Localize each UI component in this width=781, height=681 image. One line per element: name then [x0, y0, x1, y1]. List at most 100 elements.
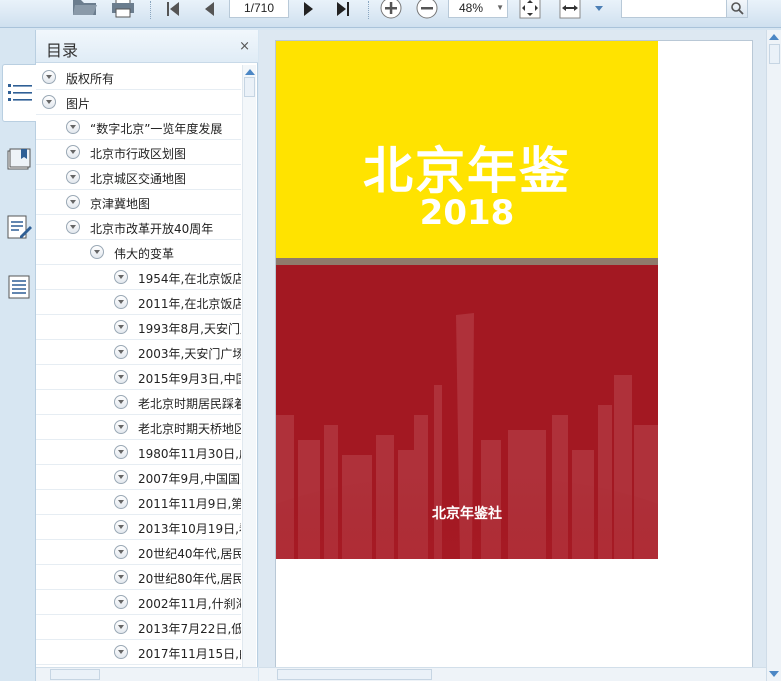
expand-toggle-icon[interactable]: [114, 320, 128, 334]
tab-thumbnails[interactable]: [2, 258, 36, 316]
viewer-vertical-scrollbar[interactable]: [766, 30, 781, 681]
outline-item[interactable]: 京津冀地图: [36, 190, 241, 215]
document-page: 北京年鉴 2018 北京年鉴社: [275, 40, 753, 681]
tab-bookmarks[interactable]: [2, 130, 36, 188]
book-cover: 北京年鉴 2018 北京年鉴社: [276, 41, 658, 559]
outline-item[interactable]: 图片: [36, 90, 241, 115]
outline-item[interactable]: 北京市改革开放40周年: [36, 215, 241, 240]
scrollbar-thumb[interactable]: [769, 44, 780, 64]
viewer-horizontal-scrollbar[interactable]: [259, 667, 766, 681]
first-page-icon[interactable]: [162, 0, 184, 20]
page-number-input[interactable]: 1/710: [229, 0, 289, 18]
expand-toggle-icon[interactable]: [42, 95, 56, 109]
outline-item[interactable]: 20世纪40年代,居民: [36, 540, 241, 565]
scrollbar-thumb[interactable]: [244, 77, 255, 97]
outline-vertical-scrollbar[interactable]: [242, 65, 256, 681]
expand-toggle-icon[interactable]: [66, 195, 80, 209]
note-edit-icon: [7, 215, 32, 239]
zoom-select[interactable]: 48% ▼: [448, 0, 508, 18]
outline-item[interactable]: 老北京时期居民踩着: [36, 390, 241, 415]
expand-toggle-icon[interactable]: [90, 245, 104, 259]
expand-toggle-icon[interactable]: [42, 70, 56, 84]
expand-toggle-icon[interactable]: [66, 145, 80, 159]
more-dropdown-icon[interactable]: [592, 0, 606, 20]
expand-toggle-icon[interactable]: [114, 270, 128, 284]
document-viewer[interactable]: 北京年鉴 2018 北京年鉴社: [259, 30, 781, 681]
expand-toggle-icon[interactable]: [114, 545, 128, 559]
outline-item[interactable]: 老北京时期天桥地区: [36, 415, 241, 440]
scroll-up-icon[interactable]: [245, 69, 255, 75]
outline-item-label: 2002年11月,什刹海: [138, 597, 241, 611]
fit-width-icon[interactable]: [558, 0, 582, 19]
outline-item[interactable]: 2003年,天安门广场: [36, 340, 241, 365]
outline-item[interactable]: 2007年9月,中国国家: [36, 465, 241, 490]
outline-item-label: 老北京时期天桥地区: [138, 422, 241, 436]
outline-item[interactable]: 1993年8月,天安门广: [36, 315, 241, 340]
outline-tree: 版权所有图片 “数字北京”一览年度发展北京市行政区划图 北京城区交通地图 京津冀地图北…: [36, 65, 241, 681]
outline-item[interactable]: 2011年,在北京饭店: [36, 290, 241, 315]
outline-item[interactable]: 伟大的变革: [36, 240, 241, 265]
outline-item-label: 20世纪80年代,居民: [138, 572, 241, 586]
outline-item[interactable]: 2011年11月9日,第大: [36, 490, 241, 515]
scroll-up-icon[interactable]: [769, 34, 779, 40]
outline-item[interactable]: 1980年11月30日,成: [36, 440, 241, 465]
fit-page-icon[interactable]: [518, 0, 542, 19]
outline-item[interactable]: 版权所有: [36, 65, 241, 90]
search-input[interactable]: [621, 0, 727, 18]
next-page-icon[interactable]: [298, 0, 320, 20]
scrollbar-thumb[interactable]: [277, 669, 432, 680]
expand-toggle-icon[interactable]: [114, 420, 128, 434]
expand-toggle-icon[interactable]: [114, 370, 128, 384]
open-folder-icon[interactable]: [70, 0, 100, 16]
outline-item-label: “数字北京”一览年度发展: [90, 122, 223, 136]
toolbar-separator: [150, 1, 151, 19]
expand-toggle-icon[interactable]: [114, 345, 128, 359]
expand-toggle-icon[interactable]: [66, 220, 80, 234]
outline-item[interactable]: 2013年7月22日,低保: [36, 615, 241, 640]
expand-toggle-icon[interactable]: [114, 395, 128, 409]
search-button[interactable]: [726, 0, 748, 18]
expand-toggle-icon[interactable]: [114, 620, 128, 634]
expand-toggle-icon[interactable]: [114, 445, 128, 459]
outline-item[interactable]: 2002年11月,什刹海: [36, 590, 241, 615]
scroll-down-icon[interactable]: [769, 671, 779, 677]
outline-item-label: 2015年9月3日,中国: [138, 372, 241, 386]
expand-toggle-icon[interactable]: [114, 470, 128, 484]
tab-outline[interactable]: [2, 64, 36, 122]
outline-item[interactable]: 北京市行政区划图: [36, 140, 241, 165]
outline-item-label: 1993年8月,天安门广: [138, 322, 241, 336]
expand-toggle-icon[interactable]: [66, 170, 80, 184]
outline-item-label: 老北京时期居民踩着: [138, 397, 241, 411]
zoom-in-icon[interactable]: [378, 0, 404, 19]
expand-toggle-icon[interactable]: [66, 120, 80, 134]
panel-title: 目录: [46, 41, 79, 60]
zoom-out-icon[interactable]: [414, 0, 440, 19]
last-page-icon[interactable]: [332, 0, 354, 20]
outline-item-label: 2011年,在北京饭店: [138, 297, 241, 311]
print-icon[interactable]: [108, 0, 138, 18]
outline-item[interactable]: “数字北京”一览年度发展: [36, 115, 241, 140]
toolbar-separator: [368, 1, 369, 19]
outline-item[interactable]: 2017年11月15日,曲: [36, 640, 241, 665]
outline-item[interactable]: 北京城区交通地图: [36, 165, 241, 190]
outline-item[interactable]: 2013年10月19日,看: [36, 515, 241, 540]
expand-toggle-icon[interactable]: [114, 645, 128, 659]
search-icon: [731, 2, 744, 15]
outline-item[interactable]: 2015年9月3日,中国: [36, 365, 241, 390]
outline-item[interactable]: 20世纪80年代,居民: [36, 565, 241, 590]
expand-toggle-icon[interactable]: [114, 295, 128, 309]
expand-toggle-icon[interactable]: [114, 570, 128, 584]
outline-item[interactable]: 1954年,在北京饭店: [36, 265, 241, 290]
expand-toggle-icon[interactable]: [114, 495, 128, 509]
previous-page-icon[interactable]: [198, 0, 220, 20]
scrollbar-thumb[interactable]: [50, 669, 100, 680]
expand-toggle-icon[interactable]: [114, 520, 128, 534]
outline-item-label: 2011年11月9日,第大: [138, 497, 241, 511]
close-icon[interactable]: ×: [239, 39, 250, 54]
zoom-value: 48%: [459, 1, 484, 15]
tab-annotations[interactable]: [2, 198, 36, 256]
outline-horizontal-scrollbar[interactable]: [36, 667, 258, 681]
expand-toggle-icon[interactable]: [114, 595, 128, 609]
chevron-down-icon: ▼: [496, 3, 504, 12]
outline-item-label: 版权所有: [66, 72, 115, 86]
